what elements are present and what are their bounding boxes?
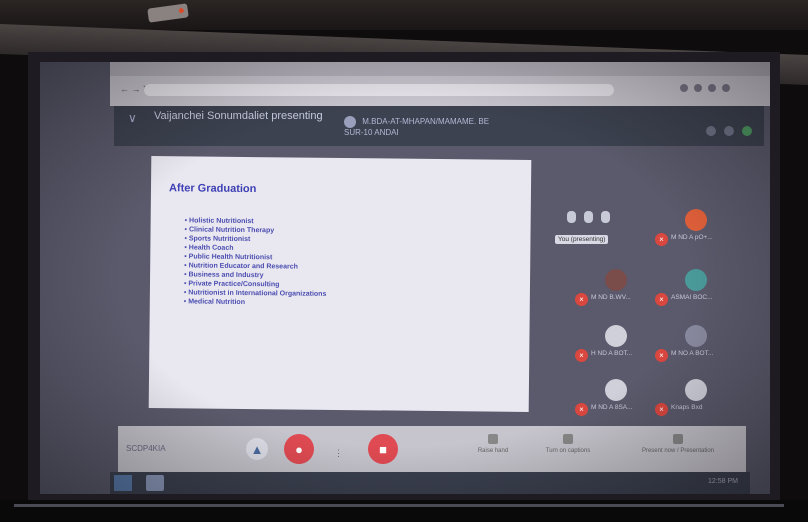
pinned-participant[interactable]: M.BDA-AT-MHAPAN/MAMAME. BE SUR-10 ANDAI <box>344 116 494 138</box>
avatar <box>685 269 707 291</box>
taskbar-clock: 12:58 PM <box>708 478 738 485</box>
avatar <box>605 325 627 347</box>
raise-hand-button[interactable]: Raise hand <box>468 434 518 454</box>
present-button[interactable]: Present now / Presentation <box>638 434 718 454</box>
avatar <box>685 209 707 231</box>
browser-extension-icons[interactable] <box>680 84 750 96</box>
more-options-icon[interactable]: ⋮ <box>334 448 343 459</box>
meeting-control-bar: SCDP4KIA ▲ ● ⋮ ■ Raise hand Turn on capt… <box>118 426 746 472</box>
avatar <box>685 379 707 401</box>
hand-icon <box>488 434 498 444</box>
browser-tab-row[interactable] <box>110 62 770 76</box>
mic-off-icon: × <box>655 293 668 306</box>
camera-off-button[interactable]: ■ <box>368 434 398 464</box>
meeting-header: ∨ Vaijanchei Sonumdaliet presenting M.BD… <box>114 106 764 146</box>
participant-tile[interactable]: × Knaps Bxd <box>655 379 741 423</box>
self-label: You (presenting) <box>555 235 609 244</box>
room-floor <box>0 500 808 522</box>
mic-off-icon: × <box>655 403 668 416</box>
mic-icon[interactable] <box>567 211 576 223</box>
mic-off-icon: × <box>655 349 668 362</box>
avatar <box>605 269 627 291</box>
mic-off-button[interactable]: ● <box>284 434 314 464</box>
room-ceiling <box>0 0 808 30</box>
windows-start-icon[interactable] <box>114 475 132 491</box>
mic-off-icon: × <box>575 403 588 416</box>
mic-off-icon: × <box>575 293 588 306</box>
avatar-icon <box>344 116 356 128</box>
participant-tile[interactable]: × M ND A 8SA... <box>575 379 661 423</box>
address-bar[interactable] <box>144 84 614 96</box>
participant-tile[interactable]: × M ND A pO+... <box>655 209 741 253</box>
captions-icon <box>563 434 573 444</box>
self-view-tile[interactable]: You (presenting) <box>555 207 645 253</box>
more-icon[interactable] <box>601 211 610 223</box>
slide-title: After Graduation <box>168 182 257 196</box>
chrome-app-icon[interactable] <box>146 475 164 491</box>
list-item: Medical Nutrition <box>184 297 327 307</box>
presenter-label: ∨ Vaijanchei Sonumdaliet presenting <box>128 110 323 125</box>
participant-tile[interactable]: × M ND B.WV... <box>575 269 661 313</box>
mic-off-icon: × <box>575 349 588 362</box>
mic-off-icon: × <box>655 233 668 246</box>
browser-window-bar: ← → ↻ <box>110 62 770 106</box>
header-controls[interactable] <box>706 126 752 136</box>
projected-screen: ← → ↻ ∨ Vaijanchei Sonumdaliet presentin… <box>40 62 770 494</box>
shared-slide: After Graduation Holistic Nutritionist C… <box>148 156 532 412</box>
participant-tile[interactable]: × H ND A BOT... <box>575 325 661 369</box>
avatar <box>685 325 707 347</box>
participant-tile[interactable]: × M NO A BOT... <box>655 325 741 369</box>
participant-tile[interactable]: × ASMAI BOC... <box>655 269 741 313</box>
meeting-code: SCDP4KIA <box>126 444 166 453</box>
present-icon <box>673 434 683 444</box>
participant-grid: You (presenting) × M ND A pO+... × M ND … <box>545 207 755 447</box>
chevron-icon[interactable]: ∨ <box>128 112 137 124</box>
slide-bullet-list: Holistic Nutritionist Clinical Nutrition… <box>184 216 327 307</box>
os-taskbar: 12:58 PM <box>110 472 750 494</box>
avatar <box>605 379 627 401</box>
camera-icon[interactable] <box>584 211 593 223</box>
captions-button[interactable]: Turn on captions <box>538 434 598 454</box>
shield-icon[interactable]: ▲ <box>246 438 268 460</box>
